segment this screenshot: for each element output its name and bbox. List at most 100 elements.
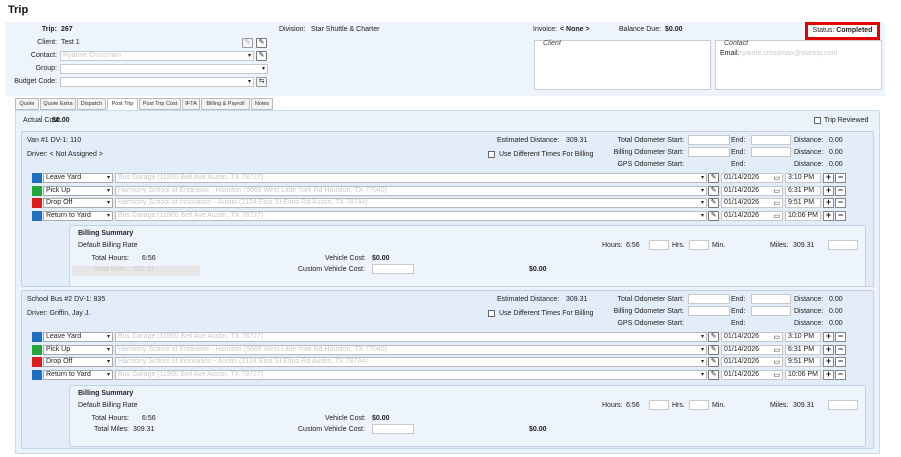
stop-time-input[interactable]: 10:06 PM [785,210,821,221]
minus-icon[interactable]: − [835,357,846,367]
trip-reviewed-checkbox[interactable] [814,117,821,124]
stop-type-select[interactable]: Return to Yard ▾ [43,369,113,380]
stop-date-input[interactable]: 01/14/2026 ▭ [721,332,783,342]
plus-icon[interactable]: + [823,198,834,208]
calendar-icon[interactable]: ▭ [773,199,780,207]
billing-odometer-start-input[interactable] [688,306,730,316]
tab-post-trip-cost[interactable]: Post Trip Cost [139,98,181,110]
plus-icon[interactable]: + [823,185,834,196]
miles-input[interactable] [828,240,858,250]
use-different-times-checkbox[interactable] [488,151,495,158]
stop-address-select[interactable]: Harmony School of Endeavor - Houston (96… [115,185,707,196]
stop-time-input[interactable]: 3:10 PM [785,332,821,342]
contact-select[interactable]: Ryanne Crossman ▾ [60,51,254,61]
edit-client-button[interactable]: ✎ [242,38,253,48]
edit-stop-button[interactable]: ✎ [708,357,719,367]
minutes-input[interactable] [689,240,709,250]
calendar-icon[interactable]: ▭ [773,371,780,379]
calendar-icon[interactable]: ▭ [773,333,780,341]
stop-time-input[interactable]: 9:51 PM [785,357,821,367]
plus-icon[interactable]: + [823,344,834,355]
stop-type-select[interactable]: Pick Up ▾ [43,344,113,355]
edit-stop-button[interactable]: ✎ [708,332,719,342]
tab-ifta[interactable]: IFTA [182,98,200,110]
custom-vehicle-cost-input[interactable] [372,264,414,274]
calendar-icon[interactable]: ▭ [773,212,780,220]
edit-contact-button[interactable]: ✎ [256,51,267,61]
stop-date-input[interactable]: 01/14/2026 ▭ [721,357,783,367]
gps-odometer-end-label: End: [731,320,746,327]
billing-odometer-end-input[interactable] [751,306,791,316]
stop-date-input[interactable]: 01/14/2026 ▭ [721,210,783,221]
minus-icon[interactable]: − [835,198,846,208]
minus-icon[interactable]: − [835,210,846,221]
stop-date-input[interactable]: 01/14/2026 ▭ [721,344,783,355]
plus-icon[interactable]: + [823,173,834,183]
stop-date-input[interactable]: 01/14/2026 ▭ [721,173,783,183]
stop-date-input[interactable]: 01/14/2026 ▭ [721,369,783,380]
edit-stop-button[interactable]: ✎ [708,369,719,380]
use-different-times-checkbox[interactable] [488,310,495,317]
minus-icon[interactable]: − [835,173,846,183]
calendar-icon[interactable]: ▭ [773,346,780,354]
minus-icon[interactable]: − [835,369,846,380]
total-odometer-end-input[interactable] [751,294,791,304]
total-odometer-end-input[interactable] [751,135,791,145]
stop-time-input[interactable]: 6:31 PM [785,344,821,355]
group-select[interactable]: ▾ [60,64,268,74]
edit-client-dark-button[interactable]: ✎ [256,38,267,48]
plus-icon[interactable]: + [823,332,834,342]
plus-icon[interactable]: + [823,369,834,380]
edit-stop-button[interactable]: ✎ [708,185,719,196]
stop-address-select[interactable]: Harmony School of Endeavor - Houston (96… [115,344,707,355]
hours-input[interactable] [649,240,669,250]
stop-date-input[interactable]: 01/14/2026 ▭ [721,198,783,208]
budget-code-select[interactable]: ▾ [60,77,254,87]
minus-icon[interactable]: − [835,344,846,355]
stop-address-select[interactable]: Bus Garage (11900 Bell Ave Austin, TX 78… [115,332,707,342]
stop-address-select[interactable]: Harmony School of Innovation - Austin (2… [115,198,707,208]
total-odometer-start-input[interactable] [688,135,730,145]
tab-notes[interactable]: Notes [251,98,273,110]
billing-odometer-end-input[interactable] [751,147,791,157]
tab-post-trip[interactable]: Post Trip [107,98,138,110]
minutes-input[interactable] [689,400,709,410]
plus-icon[interactable]: + [823,357,834,367]
tab-dispatch[interactable]: Dispatch [77,98,106,110]
edit-stop-button[interactable]: ✎ [708,198,719,208]
stop-type-select[interactable]: Leave Yard ▾ [43,173,113,183]
budget-code-share-button[interactable]: ⇆ [256,77,267,87]
stop-address-select[interactable]: Bus Garage (11900 Bell Ave Austin, TX 78… [115,173,707,183]
stop-address-select[interactable]: Harmony School of Innovation - Austin (2… [115,357,707,367]
miles-input[interactable] [828,400,858,410]
tab-quote-extra[interactable]: Quote Extra [40,98,76,110]
calendar-icon[interactable]: ▭ [773,358,780,366]
stop-time-input[interactable]: 10:06 PM [785,369,821,380]
custom-vehicle-cost-input[interactable] [372,424,414,434]
stop-type-select[interactable]: Leave Yard ▾ [43,332,113,342]
calendar-icon[interactable]: ▭ [773,174,780,182]
stop-type-select[interactable]: Return to Yard ▾ [43,210,113,221]
edit-stop-button[interactable]: ✎ [708,210,719,221]
stop-address-select[interactable]: Bus Garage (11900 Bell Ave Austin, TX 78… [115,210,707,221]
stop-time-input[interactable]: 9:51 PM [785,198,821,208]
minus-icon[interactable]: − [835,332,846,342]
stop-time-input[interactable]: 3:10 PM [785,173,821,183]
stop-date-input[interactable]: 01/14/2026 ▭ [721,185,783,196]
hours-input[interactable] [649,400,669,410]
tab-billing-payroll[interactable]: Billing & Payroll [201,98,250,110]
stop-type-select[interactable]: Pick Up ▾ [43,185,113,196]
total-odometer-distance-value: 0.00 [829,296,843,303]
stop-type-select[interactable]: Drop Off ▾ [43,357,113,367]
edit-stop-button[interactable]: ✎ [708,344,719,355]
stop-address-select[interactable]: Bus Garage (11900 Bell Ave Austin, TX 78… [115,369,707,380]
calendar-icon[interactable]: ▭ [773,187,780,195]
stop-type-select[interactable]: Drop Off ▾ [43,198,113,208]
minus-icon[interactable]: − [835,185,846,196]
edit-stop-button[interactable]: ✎ [708,173,719,183]
plus-icon[interactable]: + [823,210,834,221]
tab-quote[interactable]: Quote [15,98,39,110]
total-odometer-start-input[interactable] [688,294,730,304]
stop-time-input[interactable]: 6:31 PM [785,185,821,196]
billing-odometer-start-input[interactable] [688,147,730,157]
